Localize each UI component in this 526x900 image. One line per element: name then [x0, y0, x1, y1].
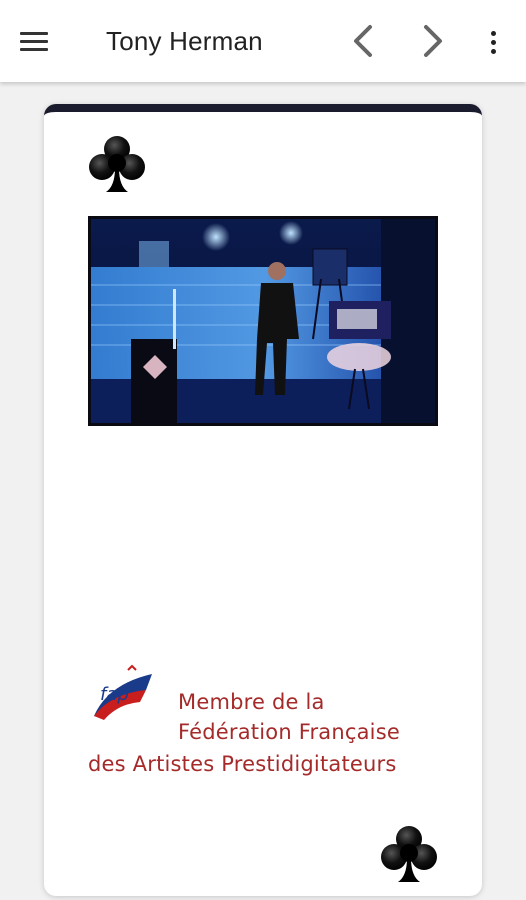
membership-line-2: Fédération Française	[178, 720, 400, 744]
menu-icon-bar	[20, 39, 48, 43]
menu-icon-bar	[20, 31, 48, 35]
more-options-button[interactable]	[480, 24, 506, 60]
content-card: fap Membre de la Fédération Française de…	[44, 104, 482, 896]
club-suit-icon	[381, 826, 437, 882]
app-bar: Tony Herman	[0, 0, 526, 82]
membership-line-3: des Artistes Prestidigitateurs	[88, 752, 397, 776]
ffap-logo-text: fap	[100, 684, 129, 705]
next-button[interactable]	[412, 20, 452, 62]
more-vert-icon-dot	[490, 48, 496, 54]
ffap-logo: fap	[94, 664, 152, 720]
chevron-left-icon	[354, 25, 372, 57]
previous-button[interactable]	[344, 20, 384, 62]
membership-line-1: Membre de la	[178, 690, 325, 714]
menu-icon-bar	[20, 47, 48, 51]
performance-video-frame	[91, 219, 435, 423]
club-suit-icon	[89, 136, 145, 192]
video-player[interactable]	[88, 216, 438, 426]
app-title: Tony Herman	[106, 26, 263, 56]
more-vert-icon-dot	[490, 30, 496, 36]
menu-button[interactable]	[20, 22, 60, 60]
chevron-right-icon	[424, 25, 442, 57]
more-vert-icon-dot	[490, 39, 496, 45]
